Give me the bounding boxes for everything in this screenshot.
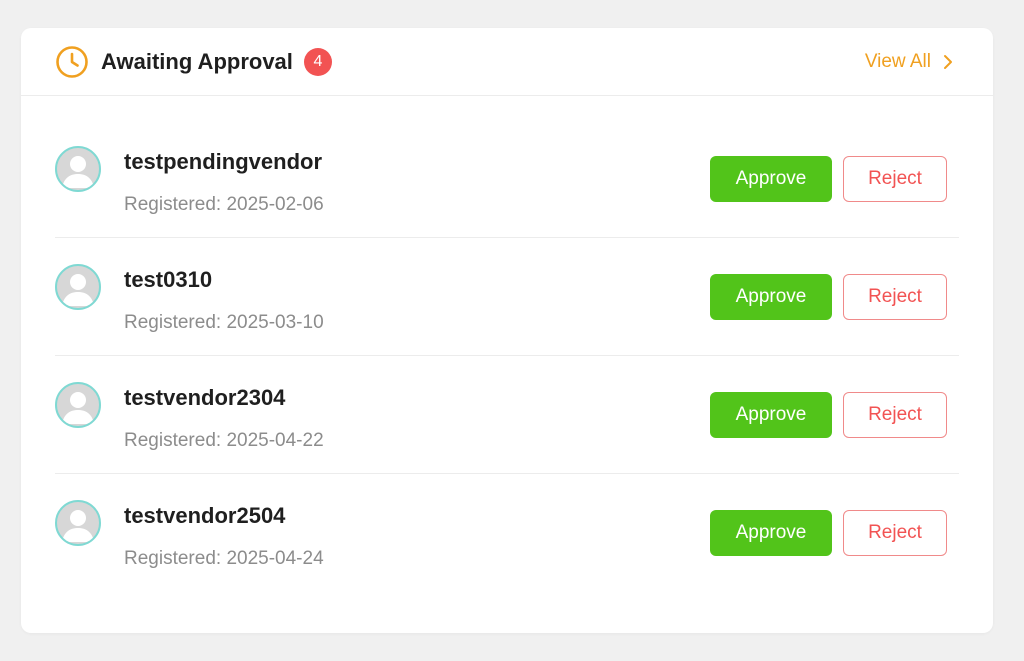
reject-button[interactable]: Reject xyxy=(843,274,947,320)
clock-icon xyxy=(55,45,89,79)
vendor-list: testpendingvendor Registered: 2025-02-06… xyxy=(55,120,959,592)
registered-date: Registered: 2025-04-22 xyxy=(124,430,324,451)
list-item: testvendor2504 Registered: 2025-04-24 Ap… xyxy=(55,474,959,592)
page-title: Awaiting Approval xyxy=(101,48,293,74)
approve-button[interactable]: Approve xyxy=(710,274,832,320)
vendor-name: testpendingvendor xyxy=(124,149,323,174)
view-all-link[interactable]: View All xyxy=(865,28,953,96)
registered-date: Registered: 2025-04-24 xyxy=(124,548,324,569)
approve-button[interactable]: Approve xyxy=(710,392,832,438)
view-all-label: View All xyxy=(864,51,931,72)
list-item: testvendor2304 Registered: 2025-04-22 Ap… xyxy=(55,356,959,474)
chevron-right-icon xyxy=(943,54,953,70)
awaiting-approval-card: Awaiting Approval 4 View All testpending… xyxy=(21,28,993,633)
reject-button[interactable]: Reject xyxy=(843,156,947,202)
vendor-name: test0310 xyxy=(124,267,213,292)
avatar xyxy=(55,500,101,546)
registered-date: Registered: 2025-02-06 xyxy=(124,194,324,215)
approve-button[interactable]: Approve xyxy=(710,156,832,202)
reject-button[interactable]: Reject xyxy=(843,392,947,438)
avatar xyxy=(55,264,101,310)
list-item: test0310 Registered: 2025-03-10 Approve … xyxy=(55,238,959,356)
list-item: testpendingvendor Registered: 2025-02-06… xyxy=(55,120,959,238)
vendor-name: testvendor2304 xyxy=(124,385,286,410)
reject-button[interactable]: Reject xyxy=(843,510,947,556)
avatar xyxy=(55,146,101,192)
approve-button[interactable]: Approve xyxy=(710,510,832,556)
count-badge: 4 xyxy=(303,47,332,76)
registered-date: Registered: 2025-03-10 xyxy=(124,312,324,333)
card-header: Awaiting Approval 4 View All xyxy=(21,28,993,96)
vendor-name: testvendor2504 xyxy=(124,503,286,528)
avatar xyxy=(55,382,101,428)
